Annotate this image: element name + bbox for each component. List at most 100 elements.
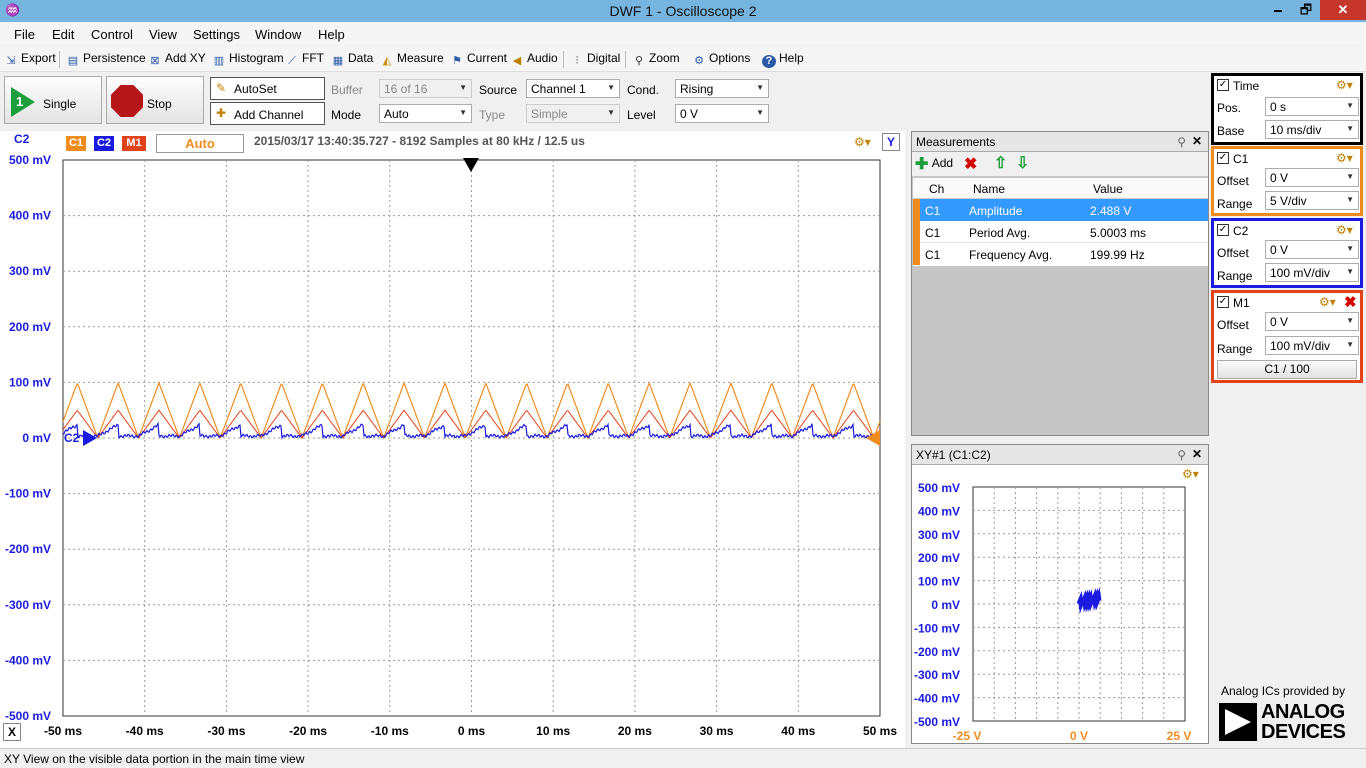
digital-button[interactable]: ⫶ Digital [570, 51, 621, 68]
c1-panel: ✓ C1 ⚙▾ Offset 0 V ▼ Range 5 V/div ▼ [1211, 146, 1363, 216]
time-checkbox[interactable]: ✓ [1217, 79, 1229, 91]
time-position-input[interactable]: 0 s ▼ [1265, 97, 1359, 116]
close-icon[interactable]: ✕ [1192, 134, 1202, 148]
zoom-button[interactable]: ⚲ Zoom [632, 51, 680, 68]
level-input[interactable]: 0 V ▼ [675, 104, 769, 123]
chevron-down-icon: ▼ [607, 83, 615, 92]
time-title: Time [1233, 79, 1260, 93]
chevron-down-icon: ▼ [1346, 101, 1354, 110]
x-tick-label: 40 ms [781, 724, 815, 738]
source-select[interactable]: Channel 1 ▼ [526, 79, 620, 98]
m1-range-select[interactable]: 100 mV/div ▼ [1265, 336, 1359, 355]
c1-title: C1 [1233, 152, 1249, 166]
autoset-button[interactable]: ✎ AutoSet [210, 77, 325, 100]
add-xy-button[interactable]: ⊠ Add XY [148, 51, 205, 68]
measure-button[interactable]: ◭ Measure [380, 51, 444, 68]
panel-options-icon[interactable]: ⚙▾ [1336, 151, 1353, 165]
audio-button[interactable]: ◀ Audio [510, 51, 558, 68]
x-tick-label: 20 ms [618, 724, 652, 738]
m1-formula-button[interactable]: C1 / 100 [1217, 360, 1357, 379]
main-plot[interactable]: C2 C1 C2 M1 Auto 2015/03/17 13:40:35.727… [0, 131, 905, 748]
minimize-icon[interactable]: 🗕 [1264, 0, 1292, 20]
title-bar: ♒ DWF 1 - Oscilloscope 2 🗕 🗗 ✕ [0, 0, 1366, 22]
remove-measurement-icon[interactable]: ✖ [964, 154, 977, 174]
fft-button[interactable]: ⟋ FFT [285, 51, 324, 68]
measurements-panel: Measurements ⚲ ✕ ✚ Add ✖ ⇧ ⇩ Ch Name Val… [911, 131, 1209, 436]
stop-button[interactable]: Stop [106, 76, 204, 124]
add-measurement-button[interactable]: ✚ Add [915, 154, 953, 174]
window-title: DWF 1 - Oscilloscope 2 [609, 3, 757, 19]
c2-checkbox[interactable]: ✓ [1217, 224, 1229, 236]
help-icon: ? [762, 55, 776, 68]
type-select[interactable]: Simple ▼ [526, 104, 620, 123]
xy-y-tick-label: -400 mV [914, 692, 960, 706]
table-row[interactable]: C1 Amplitude 2.488 V [913, 199, 1208, 221]
x-tick-label: 0 ms [458, 724, 486, 738]
menu-view[interactable]: View [149, 27, 177, 42]
panel-options-icon[interactable]: ⚙▾ [1336, 223, 1353, 237]
m1-title: M1 [1233, 296, 1250, 310]
c1-offset-input[interactable]: 0 V ▼ [1265, 168, 1359, 187]
table-row[interactable]: C1 Frequency Avg. 199.99 Hz [913, 243, 1208, 265]
mode-select[interactable]: Auto ▼ [379, 104, 472, 123]
menu-edit[interactable]: Edit [52, 27, 74, 42]
m1-offset-input[interactable]: 0 V ▼ [1265, 312, 1359, 331]
help-button[interactable]: ? Help [762, 51, 804, 68]
m1-checkbox[interactable]: ✓ [1217, 296, 1229, 308]
chevron-down-icon: ▼ [459, 83, 467, 92]
pin-icon[interactable]: ⚲ [1177, 135, 1186, 149]
c1-checkbox[interactable]: ✓ [1217, 152, 1229, 164]
histogram-button[interactable]: ▥ Histogram [212, 51, 284, 68]
menu-file[interactable]: File [14, 27, 35, 42]
menu-window[interactable]: Window [255, 27, 301, 42]
xy-graph[interactable]: 500 mV 400 mV 300 mV 200 mV 100 mV 0 mV -100 m… [912, 465, 1208, 743]
panel-options-icon[interactable]: ⚙▾ [1319, 295, 1336, 309]
xy-y-tick-label: -500 mV [914, 715, 960, 729]
options-button[interactable]: ⚙ Options [692, 51, 750, 68]
measurements-header: Measurements ⚲ ✕ [912, 132, 1208, 152]
menu-help[interactable]: Help [318, 27, 345, 42]
measure-icon: ◭ [382, 55, 392, 67]
current-button[interactable]: ⚑ Current [450, 51, 507, 68]
xy-y-tick-label: 200 mV [918, 551, 960, 565]
export-icon: ⇲ [6, 55, 16, 67]
xy-y-tick-label: 0 mV [931, 598, 960, 612]
chevron-down-icon: ▼ [1346, 124, 1354, 133]
c2-panel: ✓ C2 ⚙▾ Offset 0 V ▼ Range 100 mV/div ▼ [1211, 218, 1363, 288]
c2-offset-input[interactable]: 0 V ▼ [1265, 240, 1359, 259]
xy-x-tick-label: 25 V [1167, 729, 1192, 743]
move-down-icon[interactable]: ⇩ [1016, 153, 1029, 173]
cond-select[interactable]: Rising ▼ [675, 79, 769, 98]
single-button[interactable]: 1 Single [4, 76, 102, 124]
scope-graph[interactable]: 500 mV 400 mV 300 mV 200 mV 100 mV 0 mV -100 m… [0, 131, 905, 748]
c1-range-select[interactable]: 5 V/div ▼ [1265, 191, 1359, 210]
buffer-select[interactable]: 16 of 16 ▼ [379, 79, 472, 98]
xy-y-tick-label: -300 mV [914, 668, 960, 682]
move-up-icon[interactable]: ⇧ [994, 153, 1007, 173]
measurements-table: Ch Name Value C1 Amplitude 2.488 V C1 Pe… [913, 178, 1208, 266]
xy-header: XY#1 (C1:C2) ⚲ ✕ [912, 445, 1208, 465]
chevron-down-icon: ▼ [1346, 195, 1354, 204]
c2-title: C2 [1233, 224, 1249, 238]
menu-settings[interactable]: Settings [193, 27, 240, 42]
remove-math-icon[interactable]: ✖ [1344, 293, 1357, 311]
xy-x-tick-label: -25 V [953, 729, 982, 743]
menu-control[interactable]: Control [91, 27, 133, 42]
y-tick-label: 100 mV [9, 375, 51, 389]
c2-range-select[interactable]: 100 mV/div ▼ [1265, 263, 1359, 282]
close-icon[interactable]: ✕ [1192, 447, 1202, 461]
close-icon[interactable]: ✕ [1320, 0, 1366, 20]
maximize-icon[interactable]: 🗗 [1292, 0, 1320, 20]
pin-icon[interactable]: ⚲ [1177, 448, 1186, 462]
stop-icon [111, 85, 143, 117]
cond-label: Cond. [627, 83, 660, 97]
panel-options-icon[interactable]: ⚙▾ [1336, 78, 1353, 92]
table-row[interactable]: C1 Period Avg. 5.0003 ms [913, 221, 1208, 243]
xy-panel: XY#1 (C1:C2) ⚲ ✕ ⚙▾ 500 mV 400 mV 300 mV 20… [911, 444, 1209, 744]
data-button[interactable]: ▦ Data [331, 51, 374, 68]
export-button[interactable]: ⇲ Export [4, 51, 55, 68]
add-channel-button[interactable]: ✚ Add Channel [210, 102, 325, 125]
time-base-select[interactable]: 10 ms/div ▼ [1265, 120, 1359, 139]
persistence-button[interactable]: ▤ Persistence [66, 51, 146, 68]
data-icon: ▦ [332, 55, 344, 67]
